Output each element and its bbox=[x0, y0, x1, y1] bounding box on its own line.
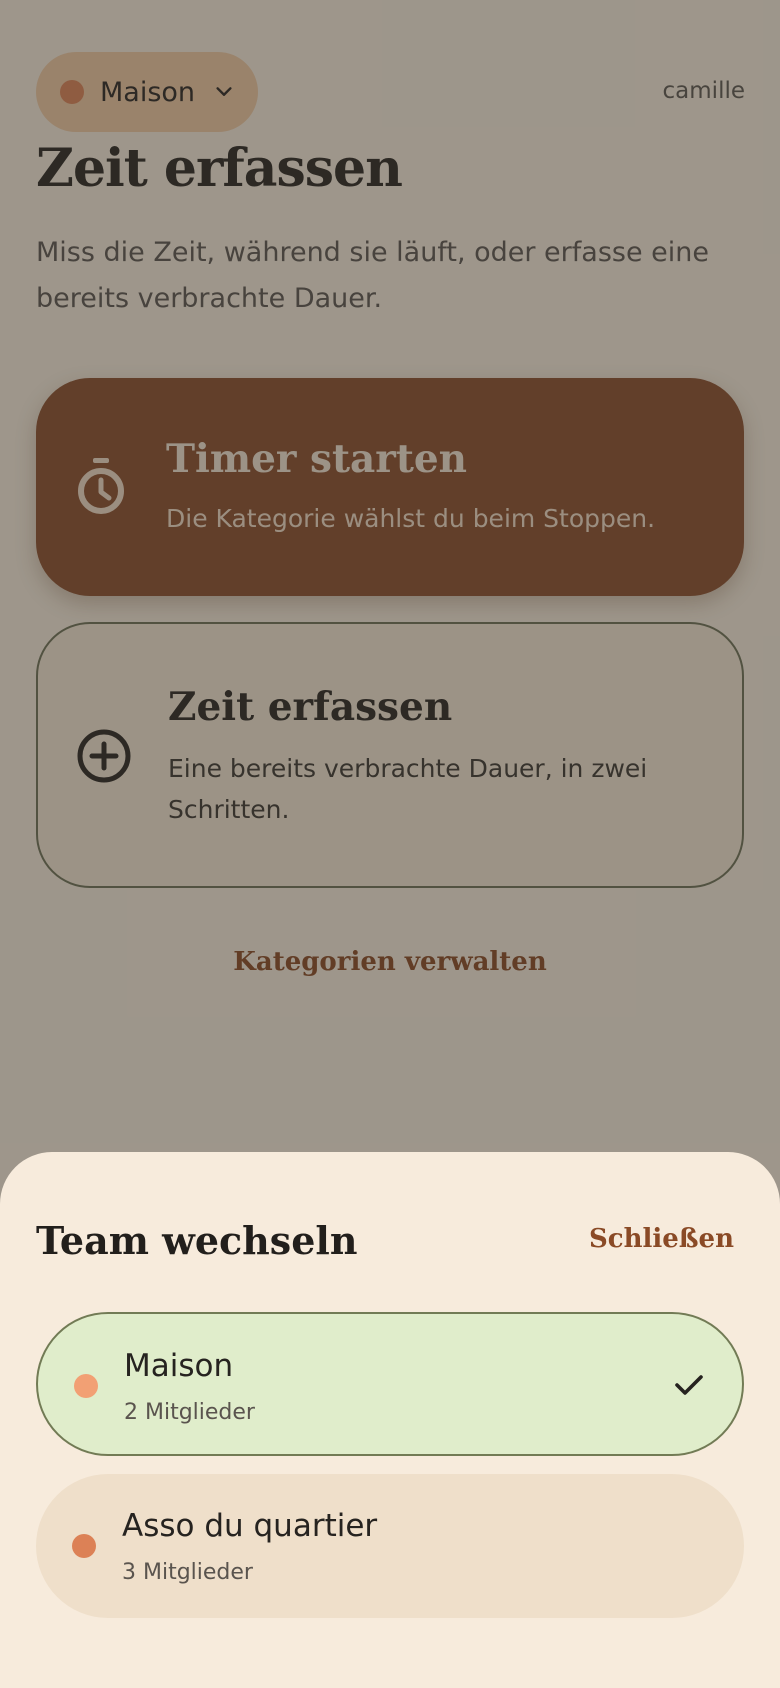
team-option-name: Maison bbox=[124, 1348, 234, 1384]
sheet-title: Team wechseln bbox=[36, 1218, 358, 1263]
team-option-name: Asso du quartier bbox=[122, 1508, 378, 1544]
checkmark-icon bbox=[675, 1375, 703, 1395]
team-color-dot bbox=[74, 1374, 98, 1398]
team-switch-sheet: Team wechseln Schließen Maison 2 Mitglie… bbox=[0, 1152, 780, 1688]
close-button[interactable]: Schließen bbox=[589, 1224, 734, 1254]
team-option-members: 3 Mitglieder bbox=[122, 1560, 253, 1585]
team-option-asso-du-quartier[interactable]: Asso du quartier 3 Mitglieder bbox=[36, 1474, 744, 1618]
team-option-maison[interactable]: Maison 2 Mitglieder bbox=[36, 1312, 744, 1456]
team-option-members: 2 Mitglieder bbox=[124, 1400, 255, 1425]
team-color-dot bbox=[72, 1534, 96, 1558]
page: Maison camille Zeit erfassen Miss die Ze… bbox=[0, 0, 780, 1688]
